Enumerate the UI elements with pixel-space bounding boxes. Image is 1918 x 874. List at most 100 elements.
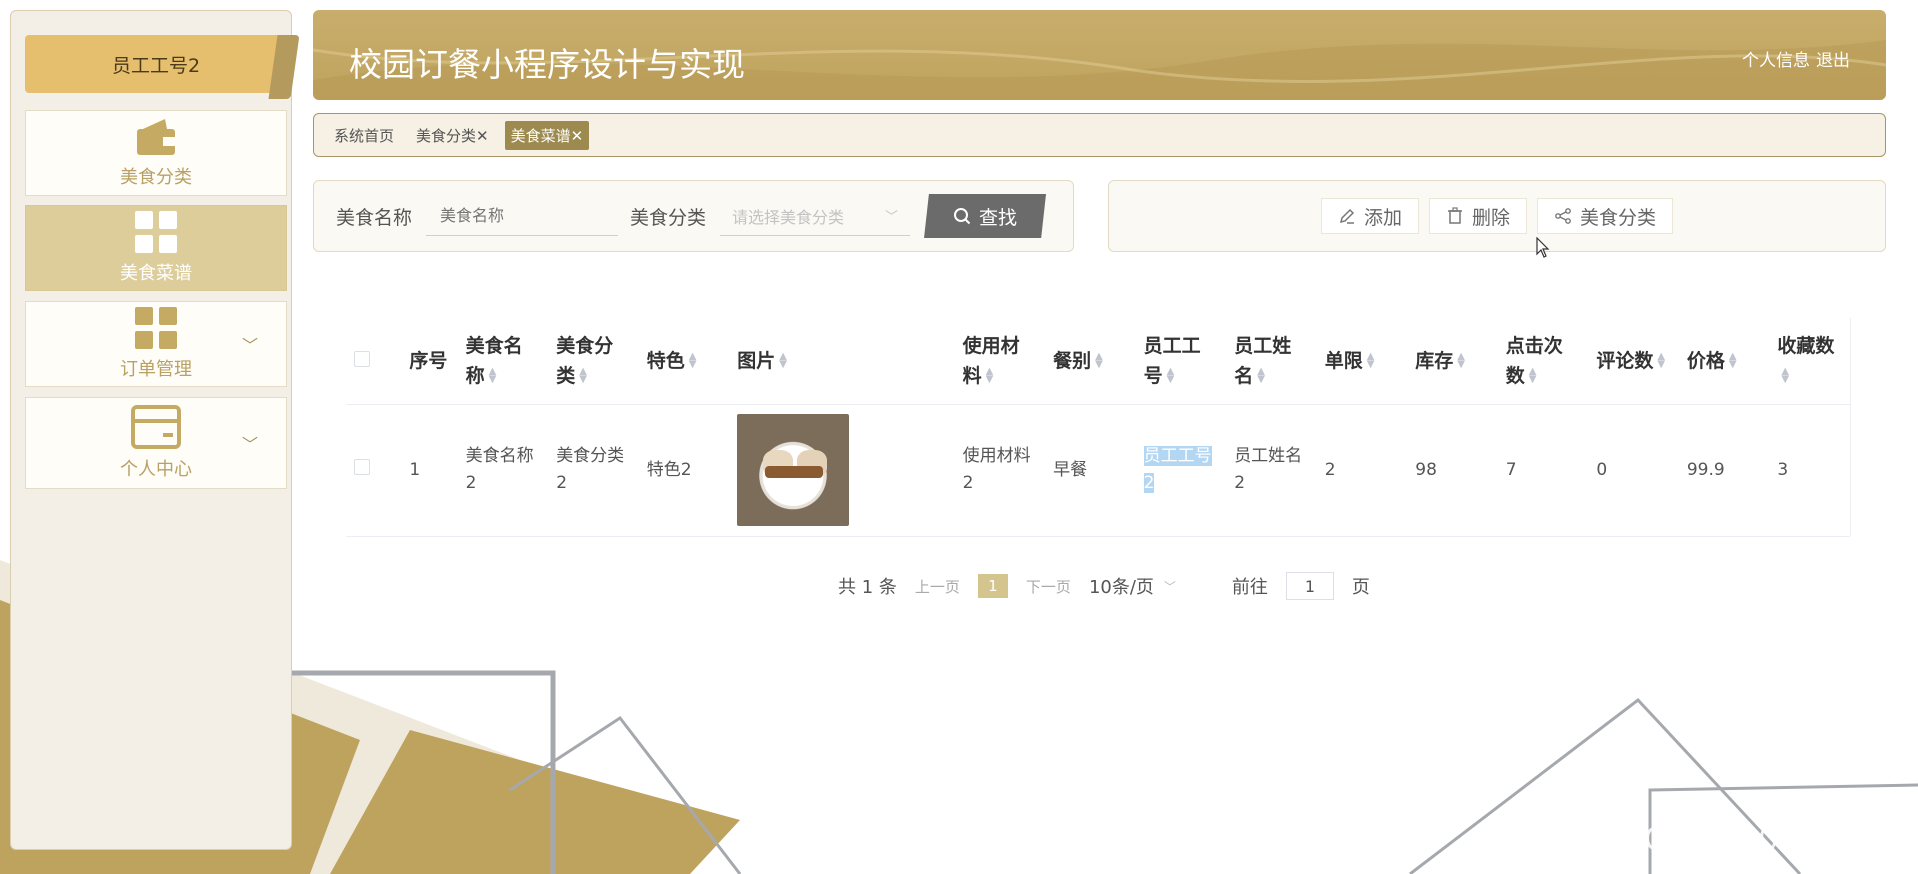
sort-icon[interactable]: ▲ ▼ bbox=[986, 367, 994, 385]
tab-label: 美食分类 bbox=[416, 126, 477, 145]
header: 校园订餐小程序设计与实现 个人信息 退出 bbox=[313, 10, 1886, 100]
food-name-input[interactable] bbox=[426, 196, 619, 236]
cell-staff-name: 员工姓名2 bbox=[1226, 404, 1317, 537]
tab-food-recipe[interactable]: 美食菜谱✕ bbox=[504, 120, 590, 150]
header-favorites[interactable]: 收藏数 ▲ ▼ bbox=[1769, 318, 1850, 405]
sidebar-item-order-management[interactable]: 订单管理 ﹀ bbox=[25, 301, 287, 387]
sort-icon[interactable]: ▲ ▼ bbox=[1457, 352, 1465, 370]
sidebar: 员工工号2 美食分类 美食菜谱 订单管理 ﹀ 个人中心 ﹀ bbox=[10, 10, 292, 850]
sort-icon[interactable]: ▲ ▼ bbox=[1781, 367, 1789, 385]
page-size-value: 10条/页 bbox=[1088, 577, 1154, 598]
close-icon[interactable]: ✕ bbox=[571, 127, 584, 145]
header-label: 特色 bbox=[646, 349, 685, 372]
tab-home[interactable]: 系统首页 bbox=[328, 121, 400, 150]
food-category-label: 美食分类 bbox=[630, 206, 707, 229]
sort-icon[interactable]: ▲ ▼ bbox=[1367, 352, 1375, 370]
pagination-total: 共 1 条 bbox=[838, 577, 897, 598]
sidebar-item-label: 个人中心 bbox=[120, 459, 192, 480]
food-image[interactable] bbox=[737, 414, 850, 526]
card-icon bbox=[131, 405, 181, 449]
sort-icon[interactable]: ▲ ▼ bbox=[1257, 367, 1265, 385]
chevron-down-icon: ﹀ bbox=[241, 336, 258, 355]
tab-label: 系统首页 bbox=[334, 126, 395, 145]
sort-icon[interactable]: ▲ ▼ bbox=[779, 352, 787, 370]
profile-link[interactable]: 个人信息 bbox=[1742, 46, 1810, 71]
header-category[interactable]: 美食分类 ▲ ▼ bbox=[548, 318, 639, 405]
action-panel: 添加 删除 美食分类 bbox=[1108, 180, 1886, 252]
select-all-checkbox[interactable] bbox=[354, 350, 370, 367]
data-table: 序号 美食名称 ▲ ▼ 美食分类 ▲ ▼ 特色 ▲ ▼ 图片 ▲ ▼ 使用材料 ▲ ▼ 餐别 ▲ ▼ 员… bbox=[346, 318, 1851, 537]
header-image[interactable]: 图片 ▲ ▼ bbox=[729, 318, 955, 405]
logout-link[interactable]: 退出 bbox=[1816, 46, 1850, 71]
goto-label: 前往 bbox=[1231, 577, 1268, 598]
cell-material: 使用材料2 bbox=[954, 404, 1046, 537]
sort-icon[interactable]: ▲ ▼ bbox=[1529, 367, 1537, 385]
tab-food-category[interactable]: 美食分类✕ bbox=[410, 121, 495, 150]
cell-name: 美食名称2 bbox=[457, 404, 549, 537]
header-comments[interactable]: 评论数 ▲ ▼ bbox=[1588, 318, 1679, 405]
cell-select bbox=[346, 404, 402, 537]
sort-icon[interactable]: ▲ ▼ bbox=[689, 352, 697, 370]
user-label: 员工工号2 bbox=[111, 54, 201, 77]
header-select-all bbox=[346, 318, 402, 405]
cell-comments: 0 bbox=[1588, 404, 1679, 537]
header-staff-id[interactable]: 员工工号 ▲ ▼ bbox=[1135, 318, 1227, 405]
delete-button-label: 删除 bbox=[1471, 206, 1510, 229]
sidebar-item-food-category[interactable]: 美食分类 bbox=[25, 110, 287, 196]
header-stock[interactable]: 库存 ▲ ▼ bbox=[1407, 318, 1498, 405]
page-unit-label: 页 bbox=[1351, 577, 1370, 598]
food-category-button-label: 美食分类 bbox=[1580, 206, 1657, 229]
wallet-icon bbox=[137, 119, 175, 155]
header-name[interactable]: 美食名称 ▲ ▼ bbox=[457, 318, 549, 405]
close-icon[interactable]: ✕ bbox=[476, 127, 489, 145]
trash-icon bbox=[1447, 207, 1462, 224]
header-limit[interactable]: 单限 ▲ ▼ bbox=[1316, 318, 1408, 405]
table-row[interactable]: 1 美食名称2 美食分类2 特色2 使用材料2 早餐 员工工号2 员工姓名2 2… bbox=[346, 404, 1850, 537]
table-header-row: 序号 美食名称 ▲ ▼ 美食分类 ▲ ▼ 特色 ▲ ▼ 图片 ▲ ▼ 使用材料 ▲ ▼ 餐别 ▲ ▼ 员… bbox=[346, 318, 1850, 405]
cell-image bbox=[729, 404, 955, 537]
header-clicks[interactable]: 点击次数 ▲ ▼ bbox=[1497, 318, 1589, 405]
page-number-current[interactable]: 1 bbox=[977, 574, 1008, 598]
delete-button[interactable]: 删除 bbox=[1428, 198, 1527, 234]
sort-icon[interactable]: ▲ ▼ bbox=[1167, 367, 1175, 385]
search-button[interactable]: 查找 bbox=[924, 194, 1047, 238]
sort-icon[interactable]: ▲ ▼ bbox=[1657, 352, 1665, 370]
prev-page-button[interactable]: 上一页 bbox=[915, 576, 960, 597]
sidebar-item-personal-center[interactable]: 个人中心 ﹀ bbox=[25, 397, 287, 489]
selected-text: 员工工号2 bbox=[1143, 446, 1212, 493]
chevron-down-icon: ﹀ bbox=[241, 435, 258, 454]
next-page-button[interactable]: 下一页 bbox=[1026, 576, 1071, 597]
header-material[interactable]: 使用材料 ▲ ▼ bbox=[954, 318, 1046, 405]
row-checkbox[interactable] bbox=[354, 458, 370, 475]
sidebar-item-label: 订单管理 bbox=[120, 359, 192, 380]
edit-icon bbox=[1339, 208, 1355, 224]
cell-index: 1 bbox=[401, 404, 458, 537]
watermark: CSDN @QQ1980691580 bbox=[1498, 820, 1899, 858]
grid-icon bbox=[135, 307, 177, 349]
header-price[interactable]: 价格 ▲ ▼ bbox=[1678, 318, 1770, 405]
grid-icon bbox=[135, 211, 177, 253]
sort-icon[interactable]: ▲ ▼ bbox=[579, 367, 587, 385]
goto-page-input[interactable] bbox=[1285, 572, 1334, 600]
cell-feature: 特色2 bbox=[638, 404, 730, 537]
header-label: 评论数 bbox=[1596, 349, 1654, 372]
sidebar-item-food-recipe[interactable]: 美食菜谱 bbox=[25, 205, 287, 291]
search-panel: 美食名称 美食分类 请选择美食分类 ﹀ 查找 bbox=[313, 180, 1074, 252]
add-button-label: 添加 bbox=[1363, 206, 1402, 229]
add-button[interactable]: 添加 bbox=[1320, 198, 1419, 234]
page-size-select[interactable]: 10条/页 ﹀ bbox=[1089, 573, 1176, 599]
food-category-select[interactable]: 请选择美食分类 ﹀ bbox=[720, 196, 911, 236]
header-label: 收藏数 bbox=[1777, 334, 1835, 357]
header-staff-name[interactable]: 员工姓名 ▲ ▼ bbox=[1226, 318, 1317, 405]
sort-icon[interactable]: ▲ ▼ bbox=[1095, 352, 1103, 370]
user-tab[interactable]: 员工工号2 bbox=[25, 35, 287, 93]
cell-favorites: 3 bbox=[1769, 404, 1850, 537]
food-name-label: 美食名称 bbox=[336, 206, 413, 229]
header-label: 价格 bbox=[1686, 349, 1725, 372]
food-category-button[interactable]: 美食分类 bbox=[1537, 198, 1674, 234]
header-meal[interactable]: 餐别 ▲ ▼ bbox=[1045, 318, 1136, 405]
sort-icon[interactable]: ▲ ▼ bbox=[1729, 352, 1737, 370]
cell-stock: 98 bbox=[1407, 404, 1498, 537]
header-feature[interactable]: 特色 ▲ ▼ bbox=[638, 318, 730, 405]
sort-icon[interactable]: ▲ ▼ bbox=[489, 367, 497, 385]
